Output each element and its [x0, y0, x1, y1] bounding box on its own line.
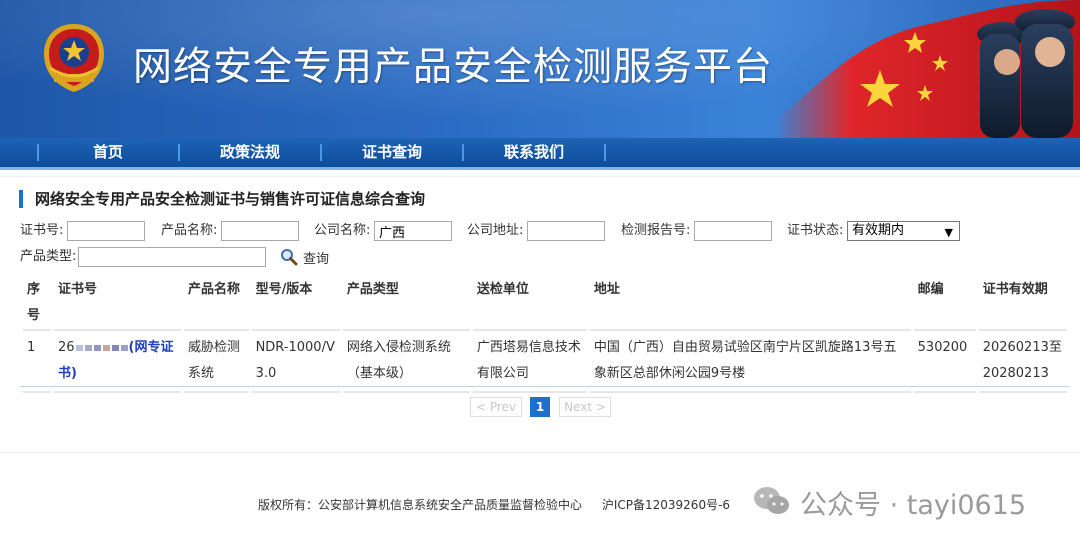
main-nav: 首页 政策法规 证书查询 联系我们: [0, 138, 1080, 170]
results-table: 序号 证书号 产品名称 型号/版本 产品类型 送检单位 地址 邮编 证书有效期 …: [20, 271, 1070, 393]
pagination-page-1[interactable]: 1: [530, 397, 550, 417]
cert-no-label: 证书号:: [20, 223, 64, 238]
product-name-label: 产品名称:: [161, 223, 218, 238]
cell-index: 1: [23, 331, 51, 393]
cell-validity: 20260213至20280213: [978, 331, 1067, 393]
col-validity-header: 证书有效期: [978, 271, 1067, 331]
redacted-block: [84, 344, 92, 351]
police-emblem-icon: [44, 24, 104, 92]
chevron-down-icon: ▼: [944, 226, 953, 239]
col-address-header: 地址: [589, 271, 911, 331]
col-unit-header: 送检单位: [472, 271, 587, 331]
cert-no-prefix: 26: [57, 340, 75, 355]
footer-icp[interactable]: 沪ICP备12039260号-6: [602, 498, 730, 512]
cert-status-select[interactable]: 有效期内 ▼: [847, 221, 960, 241]
watermark-text: 公众号 · tayi0615: [800, 489, 1027, 521]
pagination-prev[interactable]: < Prev: [470, 397, 522, 417]
col-index-header: 序号: [23, 271, 51, 331]
cell-cert-no[interactable]: 26 (网专证书): [53, 331, 181, 393]
section-title: 网络安全专用产品安全检测证书与销售许可证信息综合查询: [19, 190, 425, 208]
redacted-block: [75, 344, 83, 351]
cell-unit: 广西塔易信息技术有限公司: [472, 331, 587, 393]
cell-model: NDR-1000/V3.0: [251, 331, 340, 393]
cell-address: 中国（广西）自由贸易试验区南宁片区凯旋路13号五象新区总部休闲公园9号楼: [589, 331, 911, 393]
divider: [0, 176, 1080, 177]
table-row: 1 26 (网专证书) 威胁检测系统 NDR-1000/V3.0 网络入侵检测系统…: [23, 331, 1067, 393]
cert-no-input[interactable]: [67, 221, 145, 241]
company-name-label: 公司名称:: [314, 223, 371, 238]
nav-item-policy[interactable]: 政策法规: [180, 138, 320, 167]
header-banner: 网络安全专用产品安全检测服务平台: [0, 0, 1080, 138]
redacted-block: [111, 344, 119, 351]
table-header-row: 序号 证书号 产品名称 型号/版本 产品类型 送检单位 地址 邮编 证书有效期: [23, 271, 1067, 331]
divider: [0, 452, 1080, 453]
nav-separator: [604, 144, 606, 161]
company-address-input[interactable]: [527, 221, 605, 241]
col-product-type-header: 产品类型: [342, 271, 470, 331]
site-title: 网络安全专用产品安全检测服务平台: [133, 45, 774, 90]
col-product-name-header: 产品名称: [183, 271, 249, 331]
nav-item-cert-query[interactable]: 证书查询: [322, 138, 462, 167]
cell-zip: 530200: [913, 331, 976, 393]
company-address-label: 公司地址:: [467, 223, 524, 238]
nav-item-home[interactable]: 首页: [38, 138, 178, 167]
company-name-input[interactable]: [374, 221, 452, 241]
flag-and-police-image: [775, 0, 1080, 138]
redacted-block: [120, 344, 128, 351]
footer-copyright: 版权所有：公安部计算机信息系统安全产品质量监督检验中心: [258, 498, 583, 512]
cert-status-label: 证书状态:: [787, 223, 844, 238]
col-model-header: 型号/版本: [251, 271, 340, 331]
search-button[interactable]: 查询: [280, 247, 329, 267]
product-type-label: 产品类型:: [20, 249, 77, 264]
cert-status-value: 有效期内: [852, 223, 905, 238]
pagination-next[interactable]: Next >: [559, 397, 611, 417]
col-zip-header: 邮编: [913, 271, 976, 331]
product-type-input[interactable]: [78, 247, 266, 267]
redacted-block: [102, 344, 110, 351]
redacted-block: [93, 344, 101, 351]
col-cert-no-header: 证书号: [53, 271, 181, 331]
cell-product-name: 威胁检测系统: [183, 331, 249, 393]
watermark: 公众号 · tayi0615: [752, 484, 1027, 521]
cell-product-type: 网络入侵检测系统（基本级）: [342, 331, 470, 393]
report-no-label: 检测报告号:: [621, 223, 691, 238]
wechat-icon: [754, 487, 789, 514]
report-no-input[interactable]: [694, 221, 772, 241]
table-bottom-border: [20, 386, 1070, 387]
search-button-label: 查询: [303, 251, 330, 267]
product-name-input[interactable]: [221, 221, 299, 241]
nav-item-contact[interactable]: 联系我们: [464, 138, 604, 167]
footer: 版权所有：公安部计算机信息系统安全产品质量监督检验中心 沪ICP备1203926…: [258, 496, 730, 513]
search-icon: [281, 249, 298, 266]
